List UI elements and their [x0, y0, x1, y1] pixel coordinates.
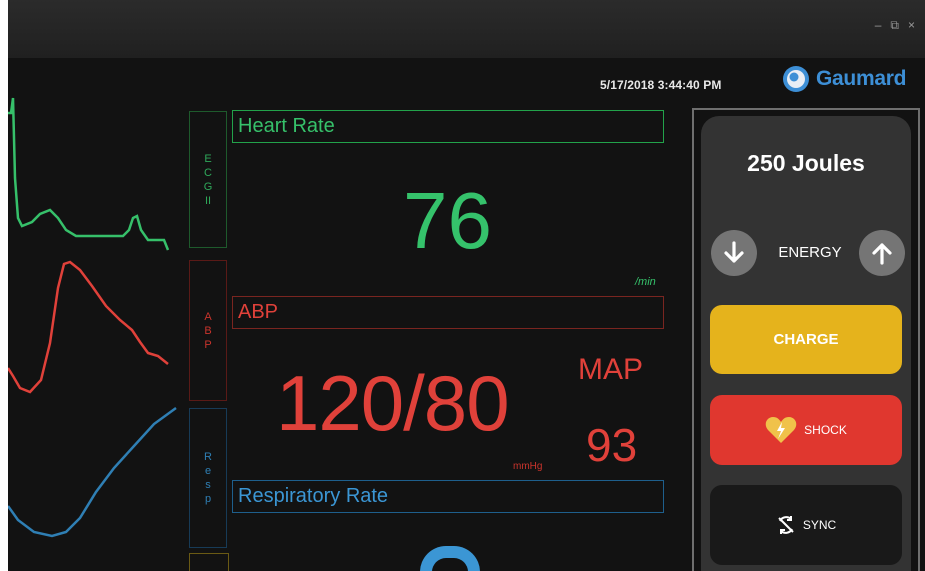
respiratory-rate-value-partial	[420, 546, 480, 571]
window-titlebar: – ⧉ ×	[8, 0, 925, 58]
energy-amount: 250 Joules	[747, 150, 865, 176]
brand-name: Gaumard	[816, 67, 907, 90]
next-channel-label	[189, 553, 229, 571]
heart-rate-title: Heart Rate	[232, 110, 664, 143]
close-button[interactable]: ×	[908, 18, 915, 33]
heart-bolt-icon	[765, 416, 797, 444]
ecg-waveform	[8, 97, 170, 251]
abp-value: 120/80	[276, 359, 510, 447]
energy-label: ENERGY	[778, 244, 842, 261]
heart-rate-value: 76	[403, 176, 492, 265]
minimize-button[interactable]: –	[875, 18, 882, 33]
abp-title: ABP	[232, 296, 664, 329]
sync-label: SYNC	[802, 518, 837, 532]
restore-button[interactable]: ⧉	[890, 18, 899, 33]
heart-rate-unit: /min	[635, 276, 656, 288]
arrow-down-icon	[724, 241, 744, 263]
window-controls: – ⧉ ×	[875, 18, 915, 33]
charge-button[interactable]: CHARGE	[710, 305, 902, 374]
charge-label: CHARGE	[773, 331, 839, 348]
resp-waveform	[8, 406, 177, 538]
sync-off-icon	[776, 515, 796, 535]
brand-logo: Gaumard	[782, 65, 906, 93]
waveform-area	[8, 97, 177, 538]
datetime-display: 5/17/2018 3:44:40 PM	[600, 78, 722, 92]
gaumard-logo-icon	[783, 66, 809, 92]
abp-unit: mmHg	[513, 461, 543, 472]
abp-waveform	[8, 260, 169, 394]
monitor-screen: 5/17/2018 3:44:40 PM Gaumard ECGII ABP R…	[8, 58, 925, 571]
energy-up-button[interactable]	[859, 230, 905, 276]
abp-channel-label: ABP	[189, 260, 227, 401]
resp-channel-label: Resp	[189, 408, 227, 548]
defib-panel: 250 Joules ENERGY CHARGE SHOCK SYNC	[701, 116, 911, 571]
shock-label: SHOCK	[804, 423, 847, 437]
map-value: 93	[586, 419, 638, 471]
sync-button[interactable]: SYNC	[710, 485, 902, 565]
map-label: MAP	[578, 353, 644, 386]
shock-button[interactable]: SHOCK	[710, 395, 902, 465]
energy-down-button[interactable]	[711, 230, 757, 276]
arrow-up-icon	[872, 243, 892, 265]
ecg-lead-label: ECGII	[189, 111, 227, 248]
respiratory-rate-title: Respiratory Rate	[232, 480, 664, 513]
